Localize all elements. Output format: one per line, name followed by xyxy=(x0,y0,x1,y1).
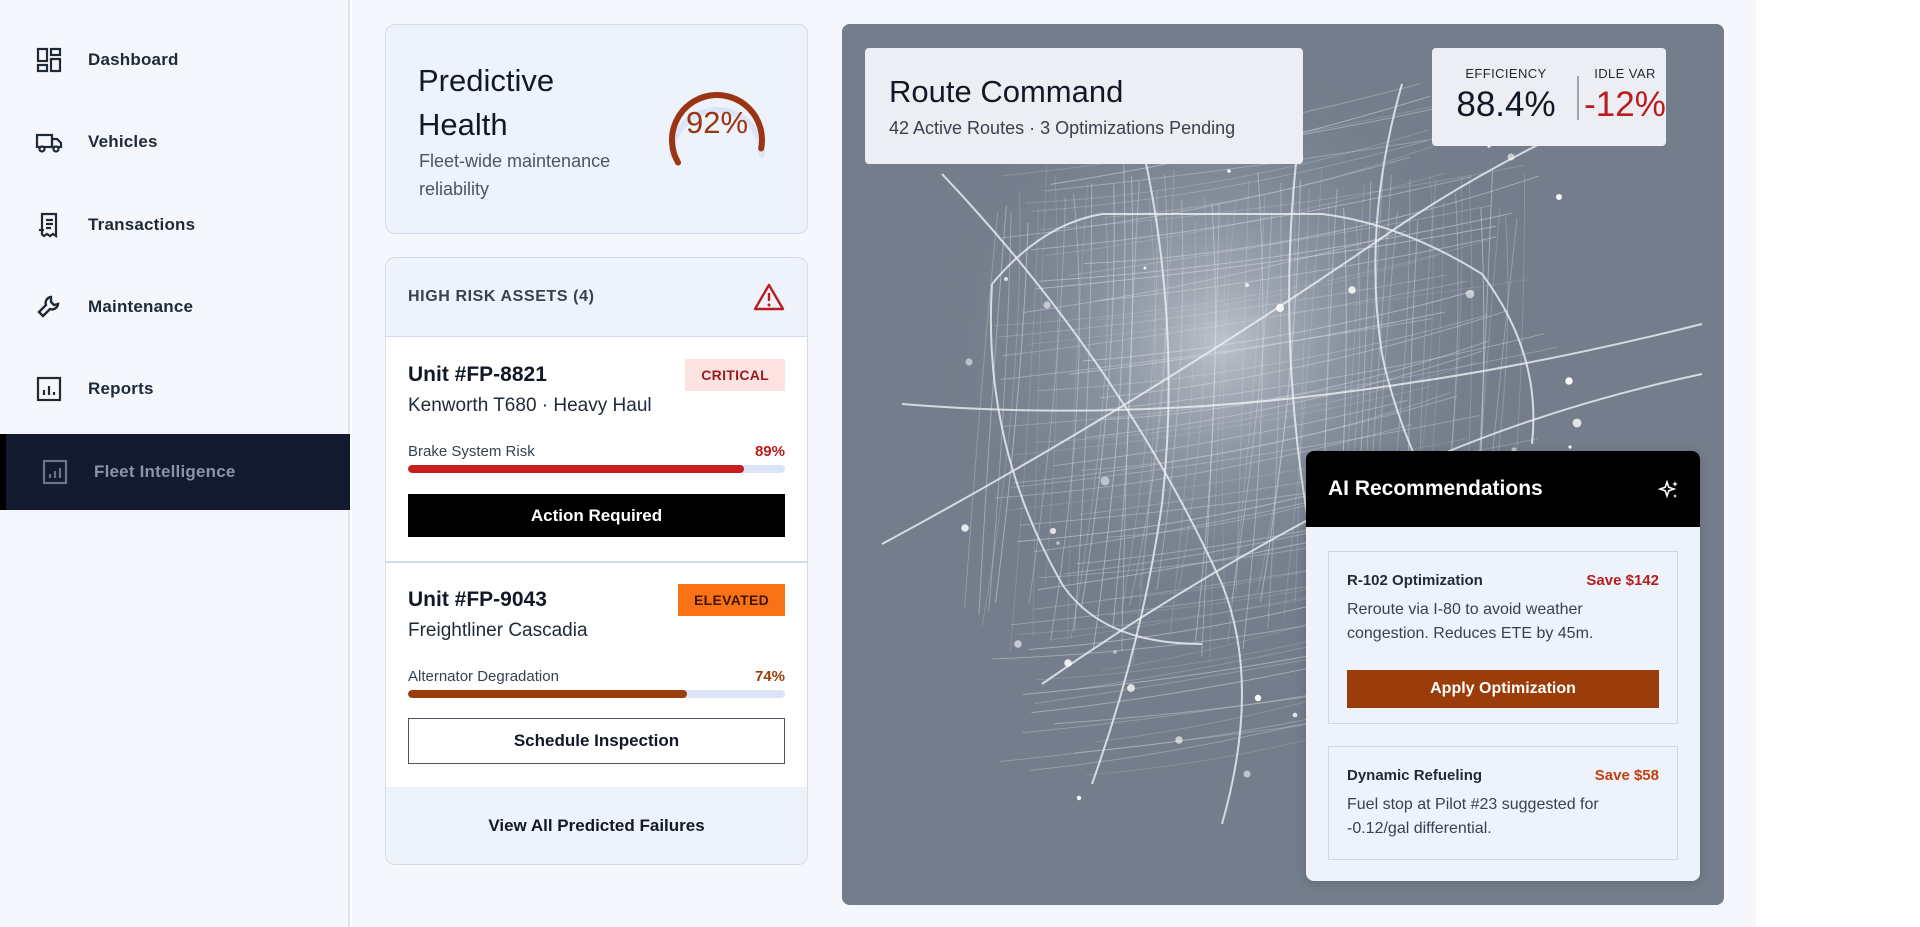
schedule-inspection-button[interactable]: Schedule Inspection xyxy=(408,718,785,764)
rec-title: Dynamic Refueling xyxy=(1347,767,1483,784)
efficiency-kpi: EFFICIENCY 88.4% xyxy=(1446,66,1566,125)
kpi-panel: EFFICIENCY 88.4% IDLE VAR -12% xyxy=(1432,48,1666,146)
ai-header: AI Recommendations xyxy=(1306,451,1700,527)
sidebar-item-maintenance[interactable]: Maintenance xyxy=(0,269,350,345)
predictive-health-card: Predictive Health Fleet-wide maintenance… xyxy=(385,24,808,234)
rec-savings: Save $142 xyxy=(1586,572,1659,589)
health-value: 92% xyxy=(685,105,749,140)
status-badge: CRITICAL xyxy=(685,359,785,391)
dashboard-icon xyxy=(34,45,64,75)
risk-header: HIGH RISK ASSETS (4) xyxy=(386,258,807,337)
view-all-failures-link[interactable]: View All Predicted Failures xyxy=(386,787,807,864)
action-required-button[interactable]: Action Required xyxy=(408,494,785,537)
asset-unit: Unit #FP-8821 xyxy=(408,363,547,386)
wrench-icon xyxy=(34,292,64,322)
apply-optimization-button[interactable]: Apply Optimization xyxy=(1347,670,1659,708)
sidebar-item-dashboard[interactable]: Dashboard xyxy=(0,22,350,98)
truck-icon xyxy=(34,127,64,157)
warning-icon xyxy=(753,283,785,311)
route-command-panel: Route Command 42 Active Routes · 3 Optim… xyxy=(865,48,1303,164)
sidebar-item-label: Vehicles xyxy=(88,132,158,151)
rec-savings: Save $58 xyxy=(1594,767,1659,784)
ai-title: AI Recommendations xyxy=(1328,477,1543,500)
ai-recommendations-panel: AI Recommendations R-102 Optimization Sa… xyxy=(1306,451,1700,881)
page-margin xyxy=(1756,0,1920,927)
idle-var-value: -12% xyxy=(1584,85,1666,124)
sidebar-item-reports[interactable]: Reports xyxy=(0,351,350,427)
recommendation-card: Dynamic Refueling Save $58 Fuel stop at … xyxy=(1328,746,1678,860)
efficiency-value: 88.4% xyxy=(1456,85,1556,124)
metric-label: Brake System Risk xyxy=(408,443,535,460)
health-subtitle: Fleet-wide maintenance reliability xyxy=(419,151,611,199)
sidebar-item-label: Transactions xyxy=(88,215,196,234)
sidebar-item-label: Fleet Intelligence xyxy=(94,462,236,481)
route-title: Route Command xyxy=(889,74,1124,109)
asset-model: Kenworth T680 · Heavy Haul xyxy=(408,395,652,416)
metric-value: 74% xyxy=(754,668,785,685)
bar-chart-icon xyxy=(34,374,64,404)
metric-value: 89% xyxy=(754,443,785,460)
high-risk-assets-card: HIGH RISK ASSETS (4) Unit #FP-8821 Kenwo… xyxy=(385,257,808,865)
sidebar-item-vehicles[interactable]: Vehicles xyxy=(0,104,350,180)
sidebar-item-label: Maintenance xyxy=(88,297,194,316)
analytics-icon xyxy=(40,457,70,487)
asset-item: Unit #FP-9043 Freightliner Cascadia ELEV… xyxy=(386,562,807,787)
risk-progress-bar xyxy=(408,465,785,473)
risk-title: HIGH RISK ASSETS (4) xyxy=(408,288,595,305)
metric-label: Alternator Degradation xyxy=(408,668,559,685)
rec-title: R-102 Optimization xyxy=(1347,572,1483,589)
sidebar: Dashboard Vehicles Transactions Maintena… xyxy=(0,0,350,927)
sparkle-icon xyxy=(1658,479,1678,499)
efficiency-label: EFFICIENCY xyxy=(1465,66,1547,81)
risk-progress-fill xyxy=(408,465,744,473)
sidebar-item-fleet-intelligence[interactable]: Fleet Intelligence xyxy=(0,434,350,510)
risk-progress-fill xyxy=(408,690,687,698)
risk-progress-bar xyxy=(408,690,785,698)
asset-model: Freightliner Cascadia xyxy=(408,620,588,641)
sidebar-item-label: Dashboard xyxy=(88,50,179,69)
kpi-divider xyxy=(1577,76,1579,120)
receipt-icon xyxy=(34,210,64,240)
recommendation-card: R-102 Optimization Save $142 Reroute via… xyxy=(1328,551,1678,724)
asset-item: Unit #FP-8821 Kenworth T680 · Heavy Haul… xyxy=(386,337,807,562)
asset-unit: Unit #FP-9043 xyxy=(408,588,547,611)
idle-var-label: IDLE VAR xyxy=(1594,66,1656,81)
route-subtitle: 42 Active Routes · 3 Optimizations Pendi… xyxy=(889,118,1236,138)
sidebar-item-label: Reports xyxy=(88,379,154,398)
rec-description: Reroute via I-80 to avoid weather conges… xyxy=(1347,601,1594,642)
app-root: Dashboard Vehicles Transactions Maintena… xyxy=(0,0,1920,927)
rec-description: Fuel stop at Pilot #23 suggested for -0.… xyxy=(1347,796,1599,837)
idle-var-kpi: IDLE VAR -12% xyxy=(1584,66,1666,125)
health-title: Predictive Health xyxy=(418,63,555,142)
status-badge: ELEVATED xyxy=(678,584,785,616)
sidebar-item-transactions[interactable]: Transactions xyxy=(0,187,350,263)
